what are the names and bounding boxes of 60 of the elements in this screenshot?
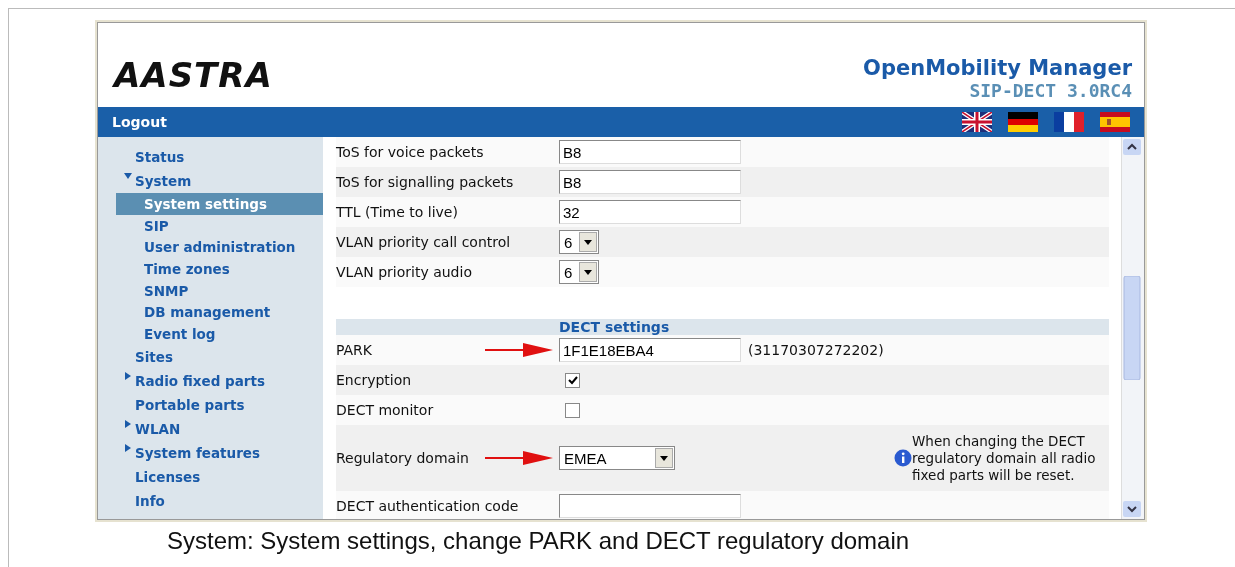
sidebar-item[interactable]: Status — [98, 145, 323, 169]
info-text: When changing the DECT regulatory domain all radio fixed parts will be reset. — [912, 432, 1097, 484]
sidebar-item[interactable]: Event log — [116, 323, 323, 345]
sidebar-item[interactable]: SNMP — [116, 279, 323, 302]
field-label: TTL (Time to live) — [336, 204, 459, 220]
field-label: DECT monitor — [336, 402, 435, 418]
sidebar-item[interactable]: SIP — [116, 214, 323, 237]
sidebar-item[interactable]: User administration — [116, 236, 323, 259]
sidebar-item[interactable]: Portable parts — [98, 392, 323, 417]
field-label: VLAN priority call control — [336, 234, 512, 250]
field-label: ToS for signalling packets — [336, 174, 515, 190]
field-label: DECT authentication code — [336, 498, 520, 514]
park-number: (31170307272202) — [748, 342, 884, 358]
sidebar-item[interactable]: Sites — [98, 344, 323, 369]
version-label: SIP-DECT 3.0RC4 — [969, 80, 1132, 101]
triangle-down-icon — [124, 172, 132, 180]
caret-icon — [655, 448, 673, 468]
sidebar-item[interactable]: WLAN — [98, 416, 323, 441]
france-flag-icon[interactable] — [1054, 112, 1084, 132]
field-label: PARK — [336, 342, 374, 358]
logout-link[interactable]: Logout — [112, 114, 167, 130]
dropdown[interactable]: 6 — [559, 260, 599, 284]
field-label: VLAN priority audio — [336, 264, 473, 280]
info-icon — [894, 449, 912, 467]
text-field[interactable] — [559, 494, 741, 518]
sidebar-item[interactable]: System — [98, 169, 323, 193]
sidebar-item[interactable]: DB management — [116, 301, 323, 324]
product-title: OpenMobility Manager — [863, 56, 1132, 80]
sidebar-item[interactable]: Info — [98, 488, 323, 513]
text-field[interactable]: 32 — [559, 200, 741, 224]
sidebar-item[interactable]: System features — [98, 440, 323, 465]
field-label: Regulatory domain — [336, 450, 470, 466]
uk-flag-icon[interactable] — [962, 112, 992, 132]
field-label: Encryption — [336, 372, 413, 388]
logo: AASTRA — [114, 55, 273, 95]
scroll-thumb[interactable] — [1122, 276, 1142, 380]
section-heading: DECT settings — [336, 319, 1109, 335]
spain-flag-icon[interactable] — [1100, 112, 1130, 132]
scrollbar[interactable] — [1121, 137, 1144, 519]
triangle-right-icon — [124, 443, 132, 452]
text-field[interactable]: B8 — [559, 170, 741, 194]
text-field[interactable]: 1F1E18EBA4 — [559, 338, 741, 362]
dropdown[interactable]: 6 — [559, 230, 599, 254]
field-label: ToS for voice packets — [336, 144, 485, 160]
triangle-right-icon — [124, 371, 132, 380]
scroll-up-icon[interactable] — [1122, 139, 1142, 155]
triangle-right-icon — [124, 419, 132, 428]
sidebar-item[interactable]: System settings — [116, 193, 323, 215]
dropdown[interactable]: EMEA — [559, 446, 675, 470]
sidebar-item[interactable]: Time zones — [116, 258, 323, 280]
sidebar-item[interactable]: Licenses — [98, 464, 323, 489]
scroll-down-icon[interactable] — [1122, 501, 1142, 517]
text-field[interactable]: B8 — [559, 140, 741, 164]
germany-flag-icon[interactable] — [1008, 112, 1038, 132]
caption: System: System settings, change PARK and DECT regulatory domain — [167, 527, 910, 555]
checkbox[interactable] — [565, 402, 580, 418]
caret-icon — [579, 262, 597, 282]
caret-icon — [579, 232, 597, 252]
sidebar-item[interactable]: Radio fixed parts — [98, 368, 323, 393]
checkbox[interactable] — [565, 372, 580, 388]
